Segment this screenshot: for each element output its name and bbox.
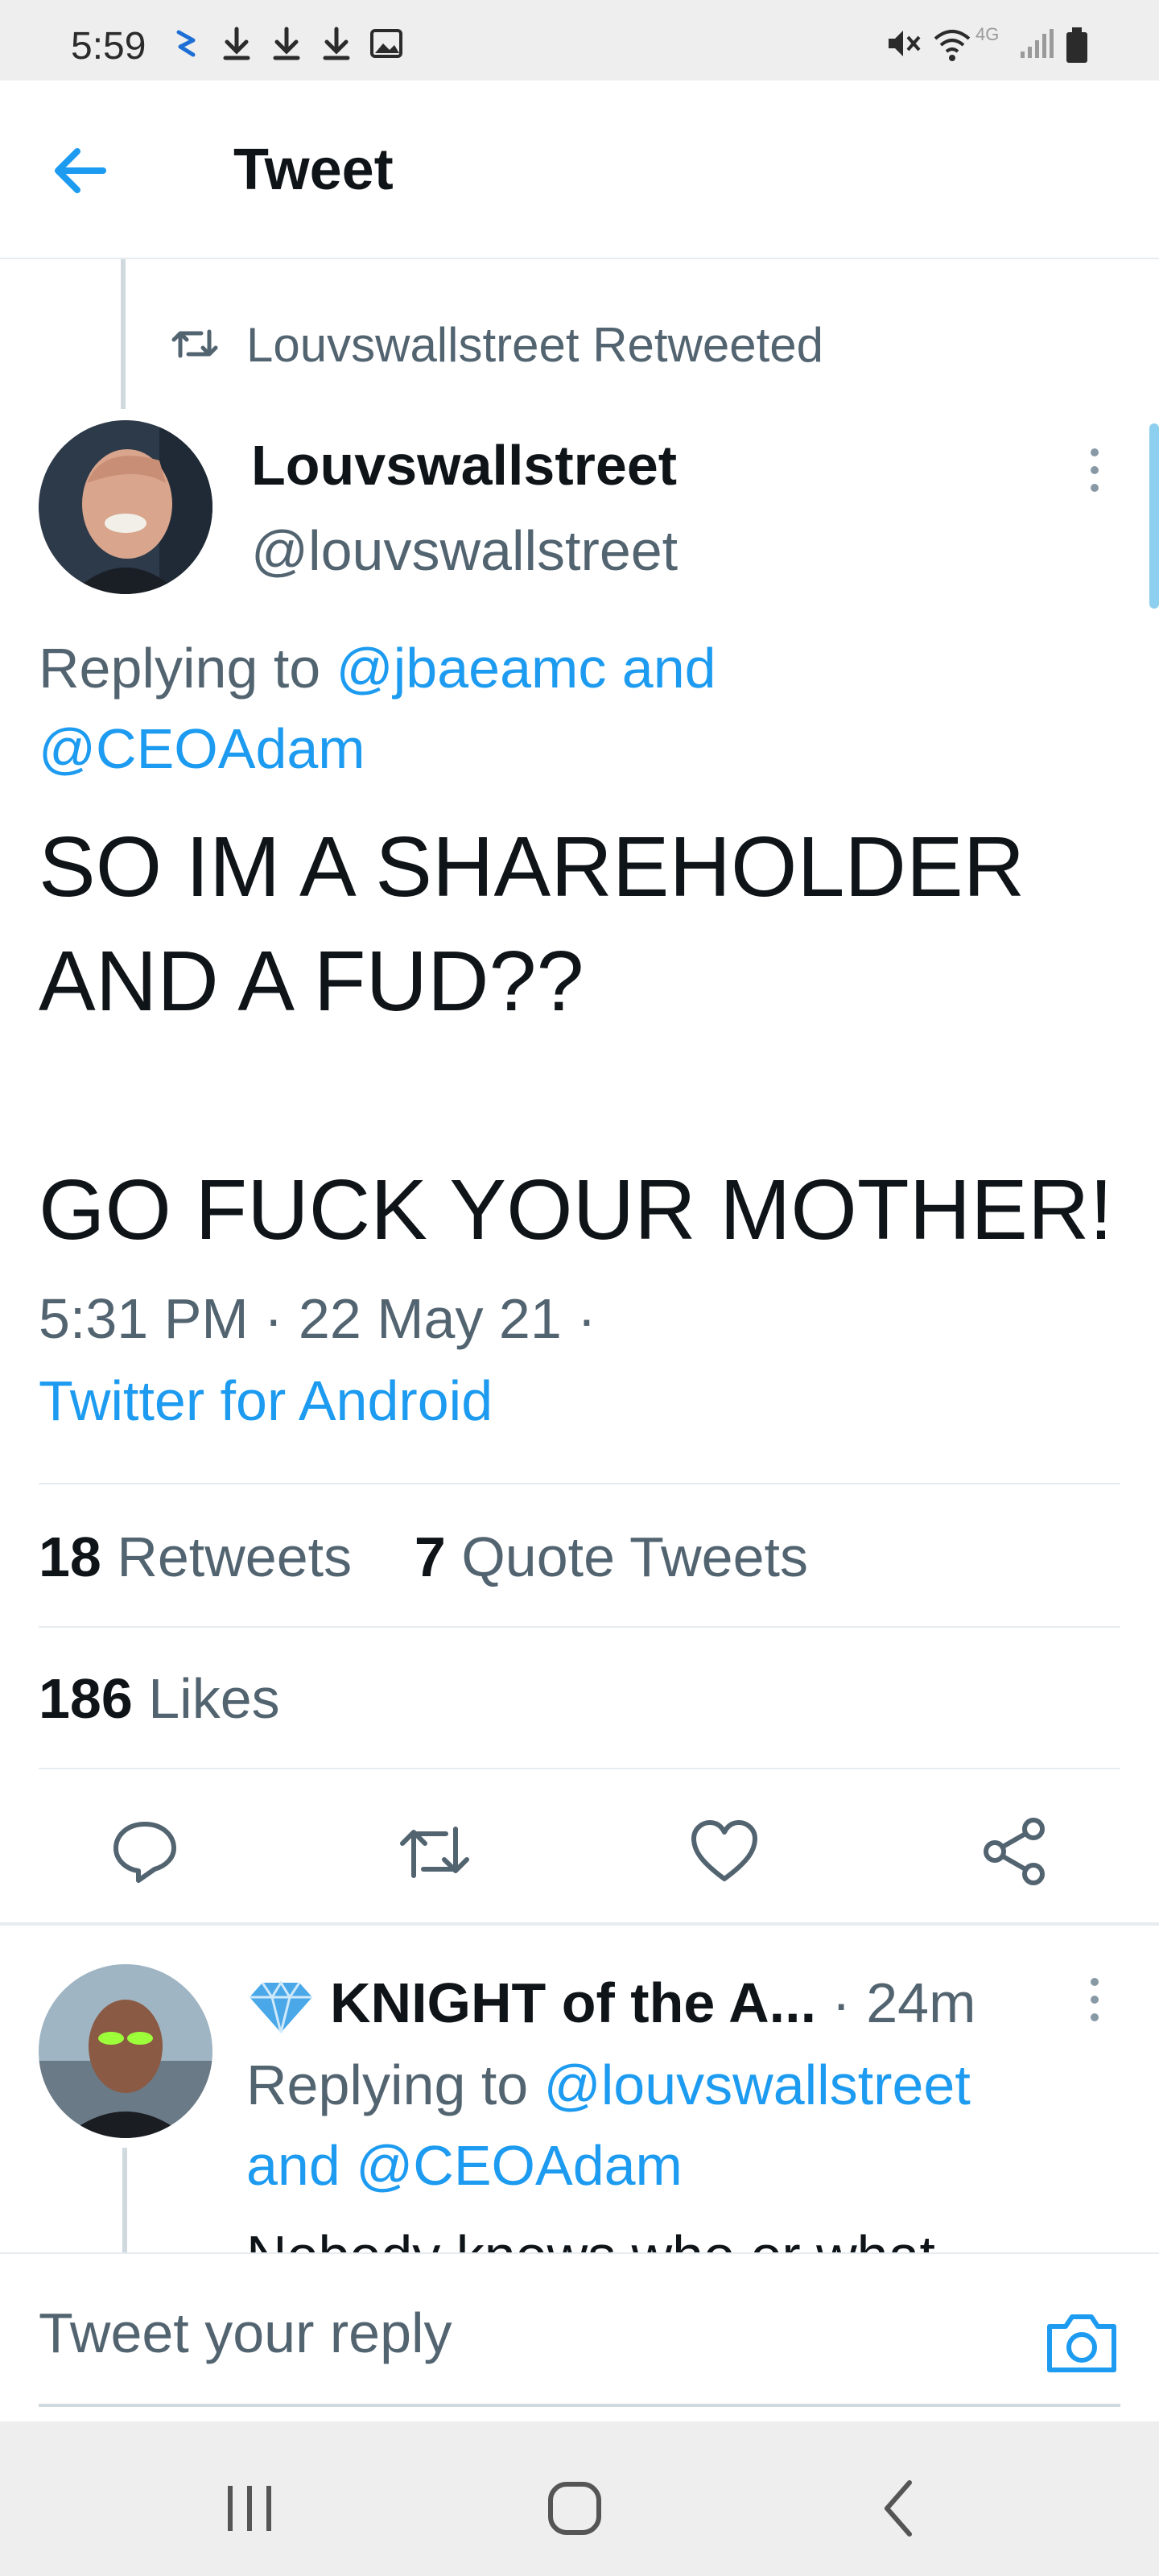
scrollbar[interactable] (1149, 423, 1159, 609)
author-name[interactable]: Louvswallstreet (251, 433, 677, 497)
avatar[interactable] (39, 1964, 212, 2138)
camera-icon (1047, 2314, 1116, 2372)
home-icon (548, 2482, 601, 2535)
section-divider (0, 1922, 1159, 1926)
author-handle[interactable]: @louvswallstreet (251, 518, 678, 583)
battery-icon (1066, 27, 1087, 63)
tweet-stats: 18 Retweets 7 Quote Tweets (39, 1525, 808, 1589)
back-nav-button[interactable] (860, 2468, 940, 2549)
more-vertical-icon (1091, 1978, 1099, 2021)
system-nav-bar (0, 2421, 1159, 2576)
back-button[interactable] (48, 138, 129, 203)
reply-input[interactable]: Tweet your reply (39, 2301, 452, 2365)
replying-to: Replying to @jbaeamc and @CEOAdam (39, 628, 1117, 789)
reply-icon (113, 1822, 176, 1883)
page-title: Tweet (233, 138, 394, 202)
tweet-line: SO IM A SHAREHOLDER (39, 819, 1025, 914)
status-time: 5:59 (71, 25, 146, 68)
more-options-button[interactable] (1079, 1974, 1111, 2025)
replying-to: Replying to @louvswallstreet and @CEOAda… (246, 2045, 1140, 2206)
download-icon (273, 27, 300, 60)
reply-author-name[interactable]: KNIGHT of the A... (330, 1971, 816, 2034)
camera-button[interactable] (1041, 2302, 1122, 2383)
arrow-left-icon (55, 148, 106, 193)
home-button[interactable] (534, 2468, 615, 2549)
mute-icon (889, 31, 921, 56)
retweet-button[interactable] (394, 1811, 475, 1892)
network-label: 4G (975, 24, 1000, 44)
wifi-icon (934, 30, 971, 61)
reply-body: Nobody knows who or what (246, 2215, 1140, 2252)
status-bar: 5:59 4G (0, 0, 1159, 80)
header: Tweet (0, 80, 1159, 259)
gem-icon (250, 1979, 312, 2033)
quotes-label: Quote Tweets (461, 1525, 808, 1588)
avatar-image (39, 420, 212, 594)
chevron-left-icon (885, 2480, 912, 2537)
retweet-icon (400, 1827, 469, 1878)
mention-link[interactable]: @louvswallstreet (544, 2054, 971, 2116)
tweet-timestamp: 5:31 PM · 22 May 21 · (39, 1287, 596, 1350)
retweet-context[interactable]: Louvswallstreet Retweeted (246, 317, 823, 373)
more-vertical-icon (1091, 448, 1099, 492)
avatar[interactable] (39, 420, 212, 594)
tweet-source[interactable]: Twitter for Android (39, 1368, 493, 1433)
more-options-button[interactable] (1079, 444, 1111, 496)
quotes-count: 7 (414, 1525, 446, 1588)
likes-label: Likes (148, 1667, 280, 1730)
image-icon (370, 29, 402, 58)
share-icon (984, 1818, 1045, 1885)
mention-link[interactable]: @CEOAdam (39, 717, 365, 780)
divider (39, 1768, 1120, 1769)
retweets-stat[interactable]: 18 Retweets (39, 1525, 352, 1588)
recent-apps-button[interactable] (209, 2468, 290, 2549)
divider (39, 1483, 1120, 1484)
mention-link[interactable]: @jbaeamc and (336, 637, 716, 700)
download-icon (223, 27, 250, 60)
replying-prefix: Replying to (246, 2054, 529, 2116)
tweet-line (39, 1038, 1133, 1153)
likes-count: 186 (39, 1667, 133, 1730)
avatar-image (39, 1964, 212, 2138)
retweets-label: Retweets (117, 1525, 353, 1588)
reply-header: KNIGHT of the A... · 24m (246, 1971, 975, 2036)
divider (39, 1626, 1120, 1628)
thread-line (121, 259, 126, 409)
download-icon (323, 27, 350, 60)
input-underline (39, 2404, 1120, 2407)
mention-link[interactable]: @CEOAdam (356, 2134, 683, 2197)
retweets-count: 18 (39, 1525, 101, 1588)
recent-apps-icon (228, 2486, 271, 2531)
quotes-stat[interactable]: 7 Quote Tweets (415, 1525, 808, 1588)
reply-composer: Tweet your reply (0, 2252, 1159, 2421)
share-button[interactable] (974, 1811, 1054, 1892)
replying-prefix: Replying to (39, 637, 321, 700)
tweet-line: GO FUCK YOUR MOTHER! (39, 1162, 1113, 1257)
signal-icon (1021, 29, 1054, 58)
retweet-icon (171, 329, 218, 358)
thread-line (122, 2148, 127, 2252)
likes-stat[interactable]: 186 Likes (39, 1666, 280, 1731)
heart-icon (691, 1820, 757, 1881)
mention-and: and (246, 2134, 340, 2197)
messenger-icon (176, 30, 196, 57)
reply-time: · 24m (831, 1971, 976, 2034)
reply-button[interactable] (105, 1811, 185, 1892)
tweet-body: SO IM A SHAREHOLDER AND A FUD?? GO FUCK … (39, 810, 1133, 1267)
tweet-line: AND A FUD?? (39, 934, 584, 1029)
like-button[interactable] (684, 1811, 765, 1892)
